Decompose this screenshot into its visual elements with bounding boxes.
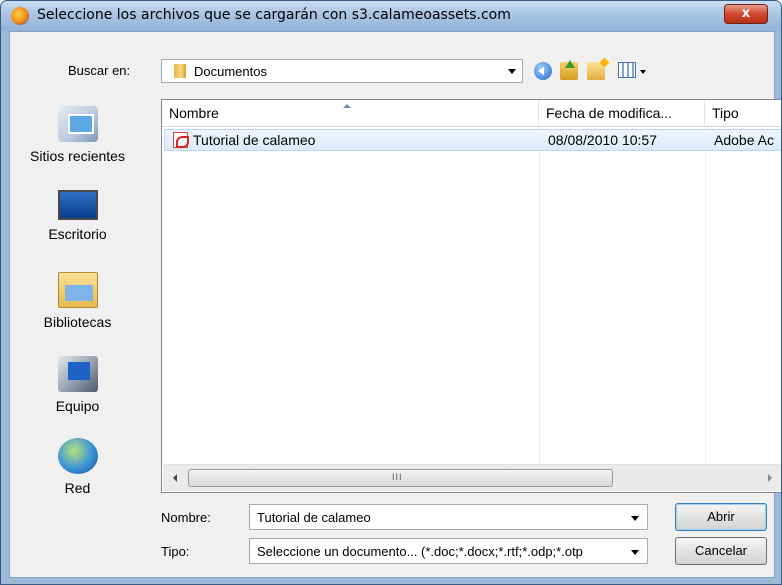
place-recent[interactable]: Sitios recientes [10, 106, 145, 164]
pdf-icon [173, 132, 189, 148]
horizontal-scrollbar[interactable]: III [163, 464, 781, 491]
file-name: Tutorial de calameo [193, 132, 316, 148]
lookin-value: Documentos [194, 64, 267, 79]
scroll-left-icon[interactable] [173, 474, 177, 482]
open-button[interactable]: Abrir [675, 503, 767, 531]
column-divider [705, 127, 706, 464]
column-label: Tipo [712, 105, 739, 121]
filename-value: Tutorial de calameo [257, 510, 371, 525]
column-label: Nombre [169, 105, 219, 121]
new-folder-icon[interactable] [587, 62, 605, 80]
lookin-dropdown[interactable]: Documentos [161, 59, 523, 83]
filetype-select[interactable]: Seleccione un documento... (*.doc;*.docx… [249, 538, 648, 564]
chevron-down-icon[interactable] [631, 550, 639, 555]
file-open-dialog: Seleccione los archivos que se cargarán … [0, 0, 782, 585]
title-bar[interactable]: Seleccione los archivos que se cargarán … [1, 1, 781, 31]
file-list[interactable]: Nombre Fecha de modifica... Tipo Tutoria… [161, 99, 781, 493]
views-icon[interactable] [618, 62, 636, 78]
network-icon [57, 438, 98, 474]
firefox-icon [11, 7, 29, 25]
place-label: Red [64, 480, 91, 496]
close-button[interactable]: x [724, 4, 768, 24]
place-label: Sitios recientes [30, 148, 125, 164]
place-desktop[interactable]: Escritorio [10, 190, 145, 242]
place-computer[interactable]: Equipo [10, 356, 145, 414]
column-divider [539, 127, 540, 464]
file-date: 08/08/2010 10:57 [548, 132, 657, 148]
place-libraries[interactable]: Bibliotecas [10, 272, 145, 330]
file-row[interactable]: Tutorial de calameo 08/08/2010 10:57 Ado… [164, 129, 781, 151]
filetype-label: Tipo: [161, 544, 190, 559]
column-header-type[interactable]: Tipo [705, 100, 781, 127]
folder-icon [174, 64, 186, 78]
up-folder-icon[interactable] [560, 60, 578, 80]
chevron-down-icon[interactable] [631, 516, 639, 521]
dialog-body: Buscar en: Documentos Sitios recientes E… [9, 31, 781, 578]
scrollbar-thumb[interactable]: III [188, 469, 613, 487]
computer-icon [57, 356, 98, 392]
place-network[interactable]: Red [10, 438, 145, 496]
column-label: Fecha de modifica... [546, 105, 673, 121]
chevron-down-icon [508, 69, 516, 74]
column-header-name[interactable]: Nombre [162, 100, 539, 127]
place-label: Escritorio [48, 226, 107, 242]
place-label: Equipo [55, 398, 100, 414]
desktop-icon [57, 190, 98, 220]
filename-combo[interactable]: Tutorial de calameo [249, 504, 648, 530]
thumb-grip-icon: III [392, 472, 403, 482]
cancel-button[interactable]: Cancelar [675, 537, 767, 565]
back-icon[interactable] [534, 62, 552, 80]
filetype-value: Seleccione un documento... (*.doc;*.docx… [257, 544, 583, 559]
window-title: Seleccione los archivos que se cargarán … [37, 7, 511, 23]
filename-label: Nombre: [161, 510, 211, 525]
sort-ascending-icon [343, 104, 351, 108]
place-label: Bibliotecas [43, 314, 112, 330]
file-type: Adobe Ac [714, 132, 774, 148]
column-header-date[interactable]: Fecha de modifica... [539, 100, 705, 127]
recent-places-icon [57, 106, 98, 142]
scroll-right-icon[interactable] [768, 474, 772, 482]
views-menu-arrow-icon[interactable] [640, 70, 646, 74]
libraries-icon [57, 272, 98, 308]
lookin-label: Buscar en: [68, 63, 131, 78]
